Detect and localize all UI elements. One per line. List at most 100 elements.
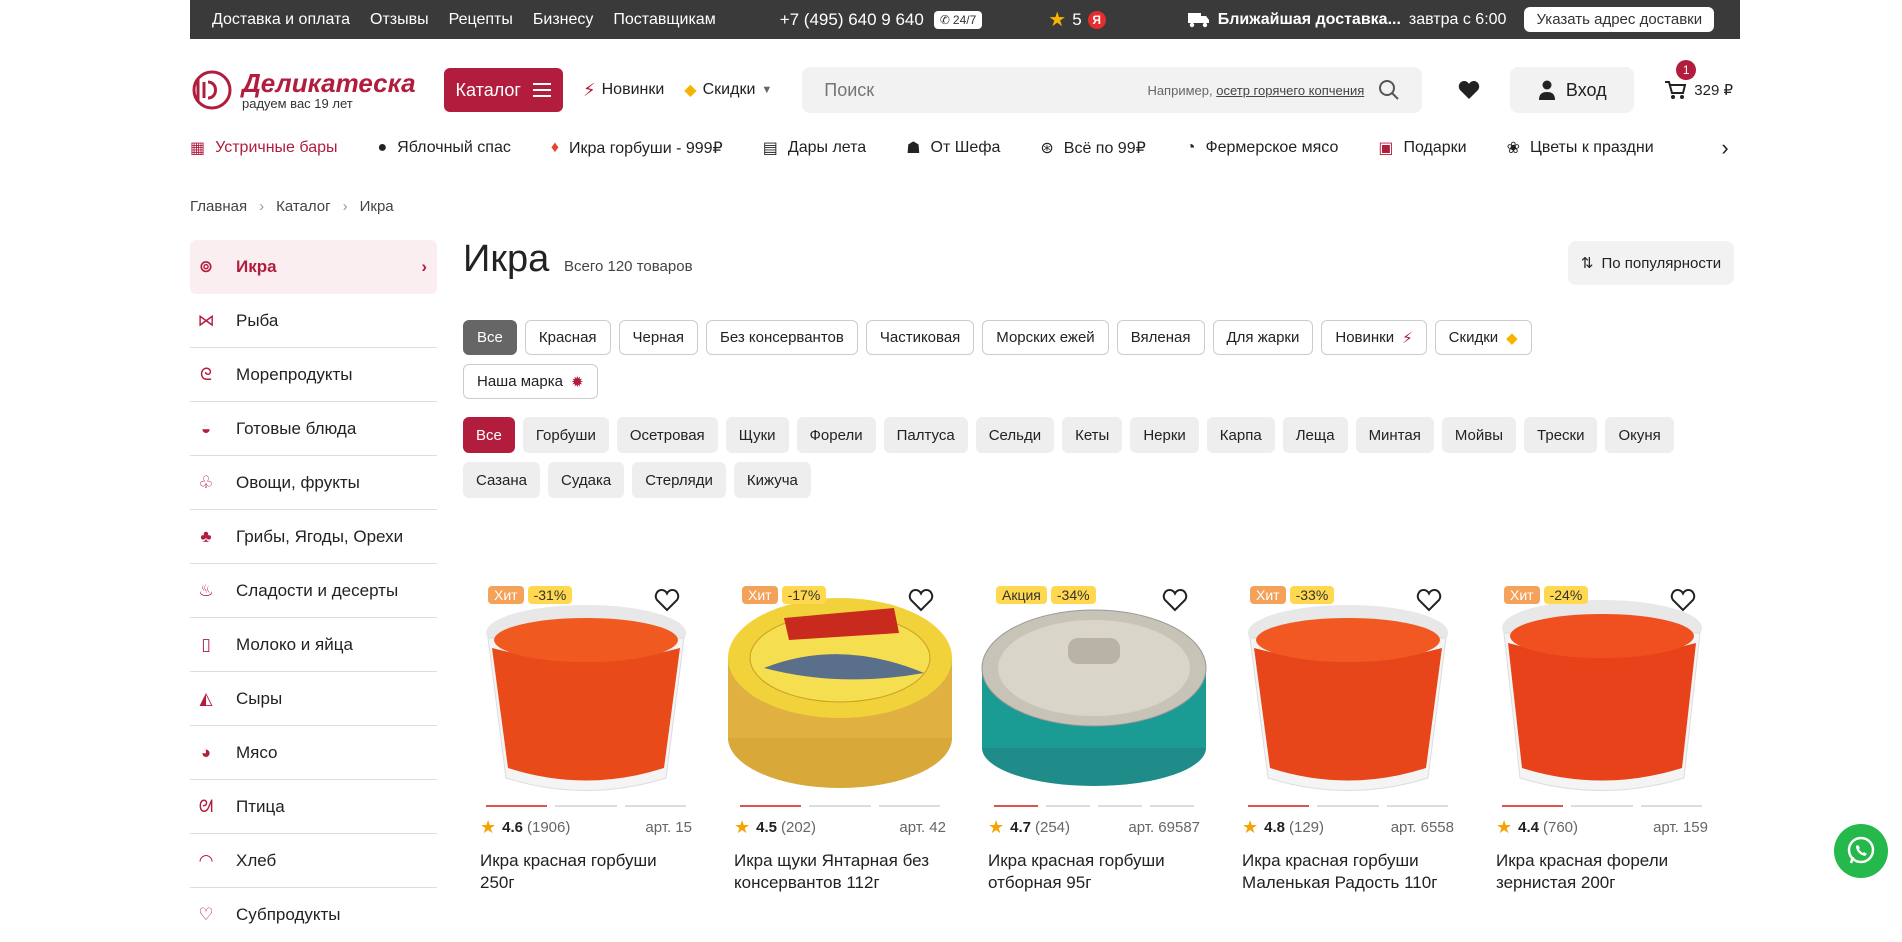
search-input[interactable] — [824, 79, 1148, 101]
delivery-info[interactable]: Ближайшая доставка... завтра с 6:00 — [1187, 11, 1506, 29]
top-link-business[interactable]: Бизнесу — [533, 11, 594, 29]
pill-carp[interactable]: Карпа — [1206, 417, 1275, 453]
review-count[interactable]: (254) — [1035, 819, 1070, 836]
sidebar-item-sweets[interactable]: ♨ Сладости и десерты — [190, 564, 437, 618]
pill-zander[interactable]: Судака — [548, 462, 625, 498]
chip-own-brand[interactable]: Наша марка ✹ — [463, 364, 598, 399]
pill-herring[interactable]: Сельди — [975, 417, 1055, 453]
shop-rating[interactable]: ★ 5 Я — [1048, 7, 1106, 32]
product-card[interactable]: Хит -31% ★ 4.6 (1906) арт. 15 Икра красн… — [470, 570, 702, 894]
pill-sockeye[interactable]: Нерки — [1130, 417, 1199, 453]
chip-black[interactable]: Черная — [618, 320, 698, 355]
image-slider-dots[interactable] — [1486, 805, 1718, 807]
chip-sea-urchin[interactable]: Морских ежей — [982, 320, 1109, 355]
news-link[interactable]: ⚡ Новинки — [583, 80, 664, 101]
address-button[interactable]: Указать адрес доставки — [1524, 7, 1715, 32]
top-link-delivery[interactable]: Доставка и оплата — [212, 11, 350, 29]
discounts-dropdown[interactable]: ◆ Скидки ▼ — [684, 80, 772, 100]
phone-number[interactable]: +7 (495) 640 9 640 ✆ 24/7 — [780, 10, 983, 30]
phone-text[interactable]: +7 (495) 640 9 640 — [780, 10, 924, 30]
image-slider-dots[interactable] — [1232, 805, 1464, 807]
pill-chum[interactable]: Кеты — [1062, 417, 1123, 453]
promo-item-oyster-bars[interactable]: ▦ Устричные бары — [190, 138, 338, 158]
top-link-suppliers[interactable]: Поставщикам — [613, 11, 715, 29]
favorite-heart-icon[interactable] — [1416, 588, 1442, 612]
promo-item-flowers[interactable]: ❀ Цветы к праздни — [1507, 138, 1654, 158]
sidebar-item-milk[interactable]: ▯ Молоко и яйца — [190, 618, 437, 672]
favorite-heart-icon[interactable] — [654, 588, 680, 612]
sidebar-item-poultry[interactable]: ᘛ Птица — [190, 780, 437, 834]
chip-red[interactable]: Красная — [524, 320, 611, 355]
promo-item-gifts[interactable]: ▣ Подарки — [1378, 138, 1466, 158]
review-count[interactable]: (1906) — [527, 819, 570, 836]
review-count[interactable]: (202) — [781, 819, 816, 836]
sidebar-item-bread[interactable]: ◠ Хлеб — [190, 834, 437, 888]
promo-next-arrow-icon[interactable]: › — [1710, 136, 1740, 160]
sidebar-item-cheese[interactable]: ◭ Сыры — [190, 672, 437, 726]
product-card[interactable]: Хит -17% ★ 4.5 (202) арт. 42 Икра щуки Я… — [724, 570, 956, 894]
product-name[interactable]: Икра красная горбуши отборная 95г — [978, 850, 1210, 894]
promo-item-pink-caviar[interactable]: ♦ Икра горбуши - 999₽ — [551, 138, 723, 158]
review-count[interactable]: (129) — [1289, 819, 1324, 836]
pill-coho[interactable]: Кижуча — [733, 462, 811, 498]
whatsapp-button[interactable] — [1834, 824, 1888, 878]
chip-all[interactable]: Все — [463, 320, 517, 355]
review-count[interactable]: (760) — [1543, 819, 1578, 836]
product-name[interactable]: Икра красная горбуши 250г — [470, 850, 702, 894]
search-icon[interactable] — [1378, 79, 1400, 101]
top-link-recipes[interactable]: Рецепты — [449, 11, 513, 29]
pill-bream[interactable]: Леща — [1282, 417, 1348, 453]
sidebar-item-ready-meals[interactable]: ◒ Готовые блюда — [190, 402, 437, 456]
sidebar-item-meat[interactable]: ◕ Мясо — [190, 726, 437, 780]
pill-sturgeon[interactable]: Осетровая — [616, 417, 718, 453]
chip-partial[interactable]: Частиковая — [865, 320, 975, 355]
chip-discounts[interactable]: Скидки ◆ — [1434, 320, 1532, 355]
promo-item-summer-gifts[interactable]: ▤ Дары лета — [763, 138, 866, 158]
top-link-reviews[interactable]: Отзывы — [370, 11, 429, 29]
logo[interactable]: Деликатеска радуем вас 19 лет — [190, 68, 416, 112]
pill-trout[interactable]: Форели — [796, 417, 876, 453]
pill-capelin[interactable]: Мойвы — [1441, 417, 1517, 453]
product-card[interactable]: Хит -24% ★ 4.4 (760) арт. 159 Икра красн… — [1486, 570, 1718, 894]
pill-cod[interactable]: Трески — [1524, 417, 1598, 453]
product-name[interactable]: Икра красная форели зернистая 200г — [1486, 850, 1718, 894]
chip-no-preservatives[interactable]: Без консервантов — [705, 320, 858, 355]
search-hint-example[interactable]: осетр горячего копчения — [1216, 83, 1364, 98]
favorite-heart-icon[interactable] — [908, 588, 934, 612]
favorites-heart-icon[interactable] — [1458, 80, 1480, 100]
sidebar-item-seafood[interactable]: ᘓ Морепродукты — [190, 348, 437, 402]
pill-all[interactable]: Все — [463, 417, 515, 453]
pill-sterlet[interactable]: Стерляди — [632, 462, 726, 498]
login-button[interactable]: Вход — [1510, 67, 1635, 113]
sidebar-item-offal[interactable]: ♡ Субпродукты — [190, 888, 437, 942]
breadcrumb-catalog[interactable]: Каталог — [276, 198, 331, 215]
pill-halibut[interactable]: Палтуса — [883, 417, 968, 453]
pill-sazan[interactable]: Сазана — [463, 462, 541, 498]
pill-pike[interactable]: Щуки — [725, 417, 789, 453]
promo-item-all-99[interactable]: ⊛ Всё по 99₽ — [1040, 138, 1145, 158]
image-slider-dots[interactable] — [470, 805, 702, 807]
pill-pink-salmon[interactable]: Горбуши — [522, 417, 609, 453]
promo-item-farm-meat[interactable]: ◔ Фермерское мясо — [1186, 139, 1339, 157]
chip-dried[interactable]: Вяленая — [1116, 320, 1205, 355]
product-name[interactable]: Икра щуки Янтарная без консервантов 112г — [724, 850, 956, 894]
breadcrumb-home[interactable]: Главная — [190, 198, 247, 215]
promo-item-apple-spas[interactable]: ● Яблочный спас — [378, 139, 511, 157]
image-slider-dots[interactable] — [978, 805, 1210, 807]
catalog-button[interactable]: Каталог — [443, 68, 563, 112]
sidebar-item-caviar[interactable]: ⊚ Икра › — [190, 240, 437, 294]
product-card[interactable]: Хит -33% ★ 4.8 (129) арт. 6558 Икра крас… — [1232, 570, 1464, 894]
chip-new[interactable]: Новинки ⚡ — [1321, 320, 1427, 355]
favorite-heart-icon[interactable] — [1670, 588, 1696, 612]
sidebar-item-fish[interactable]: ⋈ Рыба — [190, 294, 437, 348]
favorite-heart-icon[interactable] — [1162, 588, 1188, 612]
sidebar-item-mushrooms[interactable]: ♣ Грибы, Ягоды, Орехи — [190, 510, 437, 564]
cart-button[interactable]: 1 329 ₽ — [1664, 60, 1733, 100]
image-slider-dots[interactable] — [724, 805, 956, 807]
product-name[interactable]: Икра красная горбуши Маленькая Радость 1… — [1232, 850, 1464, 894]
pill-pollock[interactable]: Минтая — [1355, 417, 1434, 453]
pill-perch[interactable]: Окуня — [1605, 417, 1674, 453]
product-card[interactable]: Акция -34% ★ 4.7 (254) арт. 69587 Икра к… — [978, 570, 1210, 894]
sort-dropdown[interactable]: ⇅ По популярности — [1568, 241, 1734, 285]
sidebar-item-vegetables[interactable]: ♧ Овощи, фрукты — [190, 456, 437, 510]
